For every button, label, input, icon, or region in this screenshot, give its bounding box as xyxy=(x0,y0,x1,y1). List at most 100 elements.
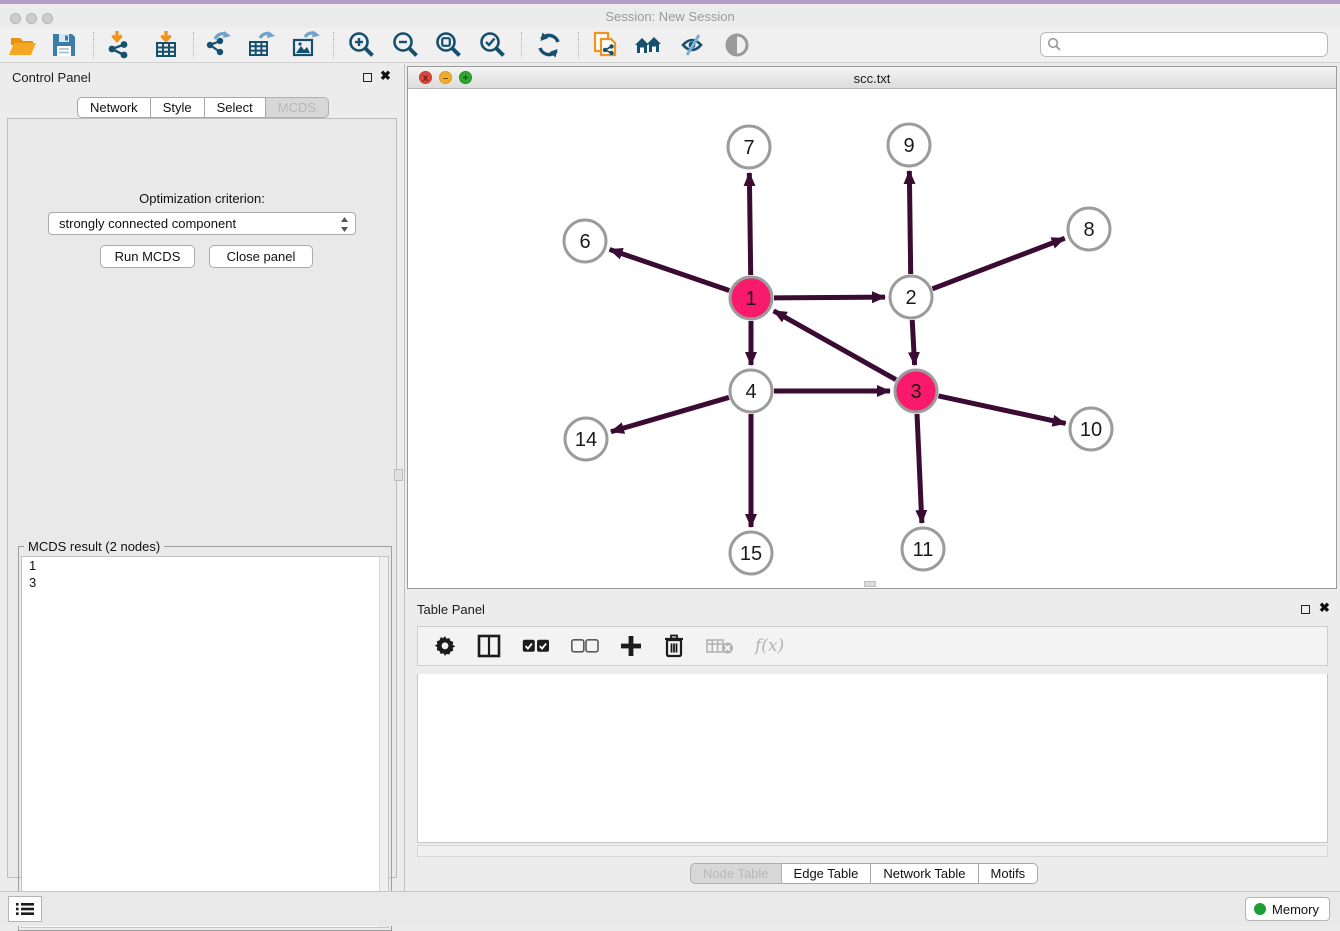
float-panel-icon[interactable] xyxy=(363,73,372,82)
function-builder-icon[interactable]: f(x) xyxy=(755,636,784,656)
graph-node-4[interactable]: 4 xyxy=(730,370,772,412)
svg-text:11: 11 xyxy=(913,539,934,561)
mcds-result-line: 3 xyxy=(22,574,388,591)
main-toolbar xyxy=(0,28,1340,63)
graph-edge-2-9[interactable] xyxy=(909,171,910,274)
delete-column-icon[interactable] xyxy=(663,634,685,658)
vertical-splitter[interactable] xyxy=(404,64,405,891)
mcds-result-textarea[interactable]: 13 xyxy=(21,556,389,928)
export-network-icon[interactable] xyxy=(202,29,234,61)
show-graphics-details-icon[interactable] xyxy=(676,29,708,61)
network-canvas[interactable]: 1 2 3 4 6 7 8 9 10 11 14 15 xyxy=(408,89,1336,588)
memory-button[interactable]: Memory xyxy=(1245,897,1330,921)
graph-edge-2-3[interactable] xyxy=(912,320,914,365)
splitter-handle[interactable] xyxy=(394,469,403,481)
select-all-columns-icon[interactable] xyxy=(522,639,550,653)
open-session-icon[interactable] xyxy=(6,29,38,61)
search-icon xyxy=(1047,37,1062,52)
graph-node-2[interactable]: 2 xyxy=(890,276,932,318)
tab-select[interactable]: Select xyxy=(205,97,266,118)
clone-network-icon[interactable] xyxy=(589,29,621,61)
graph-edge-3-10[interactable] xyxy=(938,396,1065,424)
deselect-all-columns-icon[interactable] xyxy=(571,639,599,653)
graph-edge-1-6[interactable] xyxy=(610,249,730,290)
svg-text:4: 4 xyxy=(745,381,756,403)
dropdown-stepper-icon xyxy=(340,216,349,233)
tab-mcds[interactable]: MCDS xyxy=(266,97,329,118)
graph-edge-2-8[interactable] xyxy=(932,238,1064,289)
graph-node-1[interactable]: 1 xyxy=(730,277,772,319)
network-graph[interactable]: 1 2 3 4 6 7 8 9 10 11 14 15 xyxy=(408,89,1336,588)
hide-graphics-details-icon[interactable] xyxy=(721,29,753,61)
zoom-in-icon[interactable] xyxy=(346,29,378,61)
toolbar-separator xyxy=(193,32,194,58)
float-table-panel-icon[interactable] xyxy=(1301,605,1310,614)
graph-edge-3-1[interactable] xyxy=(774,311,896,380)
svg-text:1: 1 xyxy=(745,288,756,310)
tab-network[interactable]: Network xyxy=(77,97,151,118)
table-panel-tabs: Node TableEdge TableNetwork TableMotifs xyxy=(690,863,1038,884)
tab-network-table[interactable]: Network Table xyxy=(871,863,978,884)
graph-node-11[interactable]: 11 xyxy=(902,528,944,570)
dropdown-value: strongly connected component xyxy=(59,216,236,231)
run-mcds-button[interactable]: Run MCDS xyxy=(100,245,195,268)
graph-node-8[interactable]: 8 xyxy=(1068,208,1110,250)
graph-edge-4-14[interactable] xyxy=(611,397,729,431)
network-window-titlebar[interactable]: x – + scc.txt xyxy=(408,67,1336,89)
toolbar-separator xyxy=(578,32,579,58)
control-panel: Control Panel ✖ NetworkStyleSelectMCDS O… xyxy=(2,64,402,891)
search-input[interactable] xyxy=(1040,32,1328,57)
zoom-out-icon[interactable] xyxy=(390,29,422,61)
graph-node-14[interactable]: 14 xyxy=(565,418,607,460)
optimization-criterion-dropdown[interactable]: strongly connected component xyxy=(48,212,356,235)
export-table-icon[interactable] xyxy=(245,29,277,61)
cyndex-home-icon[interactable] xyxy=(632,29,664,61)
table-toolbar: f(x) xyxy=(417,626,1328,666)
graph-edge-1-2[interactable] xyxy=(774,297,885,298)
close-panel-button[interactable]: Close panel xyxy=(209,245,313,268)
table-horizontal-scrollbar[interactable] xyxy=(417,845,1328,857)
show-columns-icon[interactable] xyxy=(477,634,501,658)
graph-node-6[interactable]: 6 xyxy=(564,220,606,262)
network-view-window: x – + scc.txt 1 2 3 4 6 7 8 9 10 11 14 15 xyxy=(407,66,1337,589)
zoom-selected-icon[interactable] xyxy=(477,29,509,61)
tab-edge-table[interactable]: Edge Table xyxy=(782,863,872,884)
graph-edge-3-11[interactable] xyxy=(917,414,922,523)
delete-table-icon[interactable] xyxy=(706,637,734,655)
search-box xyxy=(1040,32,1328,57)
tab-motifs[interactable]: Motifs xyxy=(979,863,1039,884)
svg-text:3: 3 xyxy=(910,381,921,403)
control-panel-tabs: NetworkStyleSelectMCDS xyxy=(77,97,329,118)
tab-style[interactable]: Style xyxy=(151,97,205,118)
graph-edge-1-7[interactable] xyxy=(749,173,750,275)
zoom-fit-icon[interactable] xyxy=(433,29,465,61)
scrollbar[interactable] xyxy=(379,557,388,927)
add-column-icon[interactable] xyxy=(620,635,642,657)
task-history-button[interactable] xyxy=(8,896,42,922)
tab-node-table[interactable]: Node Table xyxy=(690,863,782,884)
table-body-background xyxy=(417,674,1328,843)
graph-node-10[interactable]: 10 xyxy=(1070,408,1112,450)
close-table-panel-icon[interactable]: ✖ xyxy=(1319,600,1330,616)
graph-node-3[interactable]: 3 xyxy=(895,370,937,412)
close-panel-icon[interactable]: ✖ xyxy=(380,68,391,84)
import-network-icon[interactable] xyxy=(103,29,135,61)
save-session-icon[interactable] xyxy=(48,29,80,61)
optimization-criterion-label: Optimization criterion: xyxy=(8,191,396,206)
import-table-icon[interactable] xyxy=(150,29,182,61)
table-panel: Table Panel ✖ f(x) xyxy=(407,596,1337,891)
graph-node-9[interactable]: 9 xyxy=(888,124,930,166)
application-window: Session: New Session xyxy=(0,0,1340,926)
list-icon xyxy=(16,902,34,916)
graph-node-7[interactable]: 7 xyxy=(728,126,770,168)
control-panel-title: Control Panel xyxy=(12,70,91,85)
canvas-resize-handle[interactable] xyxy=(864,581,876,587)
svg-text:9: 9 xyxy=(903,135,914,157)
export-image-icon[interactable] xyxy=(289,29,321,61)
toolbar-separator xyxy=(333,32,334,58)
graph-node-15[interactable]: 15 xyxy=(730,532,772,574)
svg-text:2: 2 xyxy=(905,287,916,309)
column-settings-icon[interactable] xyxy=(434,635,456,657)
refresh-layout-icon[interactable] xyxy=(533,29,565,61)
status-bar: Memory xyxy=(0,891,1340,926)
